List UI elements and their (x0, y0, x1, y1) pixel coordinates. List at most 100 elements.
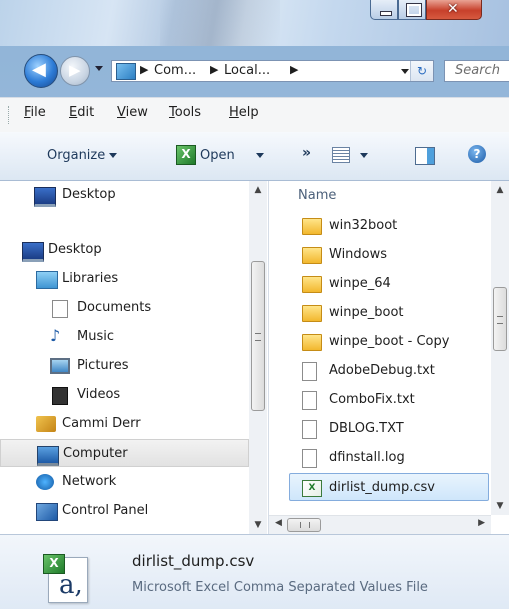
menu-view[interactable]: View (117, 105, 148, 120)
breadcrumb-separator-icon: ▶ (140, 63, 149, 76)
back-button[interactable]: ◀ (24, 54, 58, 88)
more-commands-button[interactable]: » (302, 145, 311, 161)
refresh-button[interactable]: ↻ (410, 61, 433, 81)
maximize-button[interactable] (398, 0, 426, 20)
scroll-down-icon[interactable]: ▼ (491, 497, 509, 515)
nav-item-label: Network (62, 474, 117, 489)
navigation-scrollbar[interactable]: ▲ ▼ (249, 181, 267, 534)
nav-item-label: Videos (77, 387, 121, 402)
breadcrumb-separator-icon[interactable]: ▶ (290, 63, 298, 76)
file-item[interactable]: winpe_boot - Copy (269, 328, 491, 356)
nav-item-documents[interactable]: Documents (0, 294, 249, 322)
nav-item-label: Music (77, 329, 114, 344)
organize-button[interactable]: Organize (47, 148, 118, 163)
breadcrumb-computer[interactable]: Com... (154, 63, 196, 78)
file-name: DBLOG.TXT (329, 421, 404, 436)
file-list-scrollbar[interactable]: ▲ ▼ (491, 181, 509, 515)
file-item[interactable]: winpe_boot (269, 299, 491, 327)
folder-icon (302, 334, 322, 351)
nav-item-user-folder[interactable]: Cammi Derr (0, 410, 249, 438)
details-file-name: dirlist_dump.csv (132, 552, 255, 570)
folder-icon (302, 305, 322, 322)
file-item[interactable]: ComboFix.txt (269, 386, 491, 414)
close-button[interactable]: ✕ (426, 0, 482, 20)
glass-reflection (160, 0, 280, 46)
address-history-dropdown-icon[interactable] (401, 69, 409, 74)
open-label: Open (200, 148, 235, 163)
help-icon[interactable]: ? (468, 145, 486, 163)
music-icon: ♪ (50, 326, 61, 345)
file-name: win32boot (329, 218, 398, 233)
nav-item-control-panel[interactable]: Control Panel (0, 497, 249, 525)
documents-icon (52, 300, 68, 318)
open-dropdown-button[interactable] (252, 148, 264, 163)
minimize-button[interactable] (370, 0, 398, 20)
scrollbar-thumb[interactable] (251, 261, 265, 411)
nav-item-desktop[interactable]: Desktop (0, 236, 249, 264)
folder-icon (302, 247, 322, 264)
menu-grip (8, 106, 11, 124)
open-button[interactable]: Open (200, 148, 235, 163)
nav-item-computer[interactable]: Computer (0, 439, 249, 467)
refresh-icon: ↻ (416, 64, 428, 78)
menu-tools[interactable]: Tools (169, 105, 201, 120)
file-item-selected[interactable]: X dirlist_dump.csv (289, 473, 489, 501)
title-bar[interactable]: ✕ (0, 0, 509, 46)
scroll-up-icon[interactable]: ▲ (249, 181, 267, 199)
nav-item-label: Pictures (77, 358, 129, 373)
scrollbar-thumb[interactable] (493, 287, 507, 351)
chevron-down-icon (256, 153, 264, 158)
nav-item-music[interactable]: ♪ Music (0, 323, 249, 351)
desktop-icon (22, 242, 44, 262)
file-item[interactable]: AdobeDebug.txt (269, 357, 491, 385)
details-pane: X a, dirlist_dump.csv Microsoft Excel Co… (0, 534, 509, 609)
file-name: winpe_boot (329, 305, 404, 320)
file-name: dfinstall.log (329, 450, 405, 465)
file-list-pane: Name win32boot Windows winpe_64 winpe_bo… (269, 181, 509, 534)
column-header-name[interactable]: Name (269, 181, 491, 209)
scroll-left-icon[interactable]: ◀ (275, 518, 282, 528)
nav-item-videos[interactable]: Videos (0, 381, 249, 409)
file-item[interactable]: dfinstall.log (269, 444, 491, 472)
file-item[interactable]: winpe_64 (269, 270, 491, 298)
menu-help[interactable]: Help (229, 105, 259, 120)
file-item[interactable]: DBLOG.TXT (269, 415, 491, 443)
scroll-up-icon[interactable]: ▲ (491, 181, 509, 199)
nav-item-network[interactable]: Network (0, 468, 249, 496)
forward-arrow-icon: ▶ (69, 61, 81, 79)
nav-item-pictures[interactable]: Pictures (0, 352, 249, 380)
file-name: dirlist_dump.csv (329, 480, 435, 495)
recent-pages-dropdown[interactable] (95, 66, 103, 71)
pictures-icon (50, 358, 70, 374)
file-item[interactable]: Windows (269, 241, 491, 269)
preview-pane-icon[interactable] (415, 147, 435, 165)
network-icon (36, 474, 54, 490)
nav-item-label: Documents (77, 300, 152, 315)
computer-location-icon (116, 63, 136, 80)
csv-file-icon: X (302, 480, 322, 497)
nav-item-libraries[interactable]: Libraries (0, 265, 249, 293)
scroll-right-icon[interactable]: ▶ (478, 518, 485, 528)
menu-file[interactable]: File (24, 105, 46, 120)
menu-edit[interactable]: Edit (69, 105, 94, 120)
horizontal-scrollbar-thumb[interactable] (287, 518, 321, 532)
control-panel-icon (36, 503, 58, 521)
nav-item-label: Libraries (62, 271, 119, 286)
search-input[interactable]: Search (444, 60, 509, 82)
nav-item-desktop-top[interactable]: Desktop (0, 181, 249, 209)
view-dropdown-button[interactable] (356, 148, 368, 163)
breadcrumb-local-disk[interactable]: Local... (224, 63, 270, 78)
back-arrow-icon: ◀ (32, 59, 46, 80)
scroll-grip (300, 522, 310, 528)
address-box[interactable]: ▶ Com... ▶ Local... ▶ ↻ (111, 60, 434, 82)
chevron-down-icon (109, 153, 118, 158)
breadcrumb-separator-icon[interactable]: ▶ (210, 63, 218, 76)
file-list-horizontal-scrollbar[interactable]: ◀ ▶ (269, 515, 491, 535)
change-view-icon[interactable] (332, 147, 350, 163)
scroll-down-icon[interactable]: ▼ (249, 516, 267, 534)
nav-item-label: Computer (63, 446, 128, 461)
forward-button[interactable]: ▶ (60, 56, 90, 86)
file-item[interactable]: win32boot (269, 212, 491, 240)
file-name: ComboFix.txt (329, 392, 415, 407)
scroll-grip (497, 316, 503, 324)
